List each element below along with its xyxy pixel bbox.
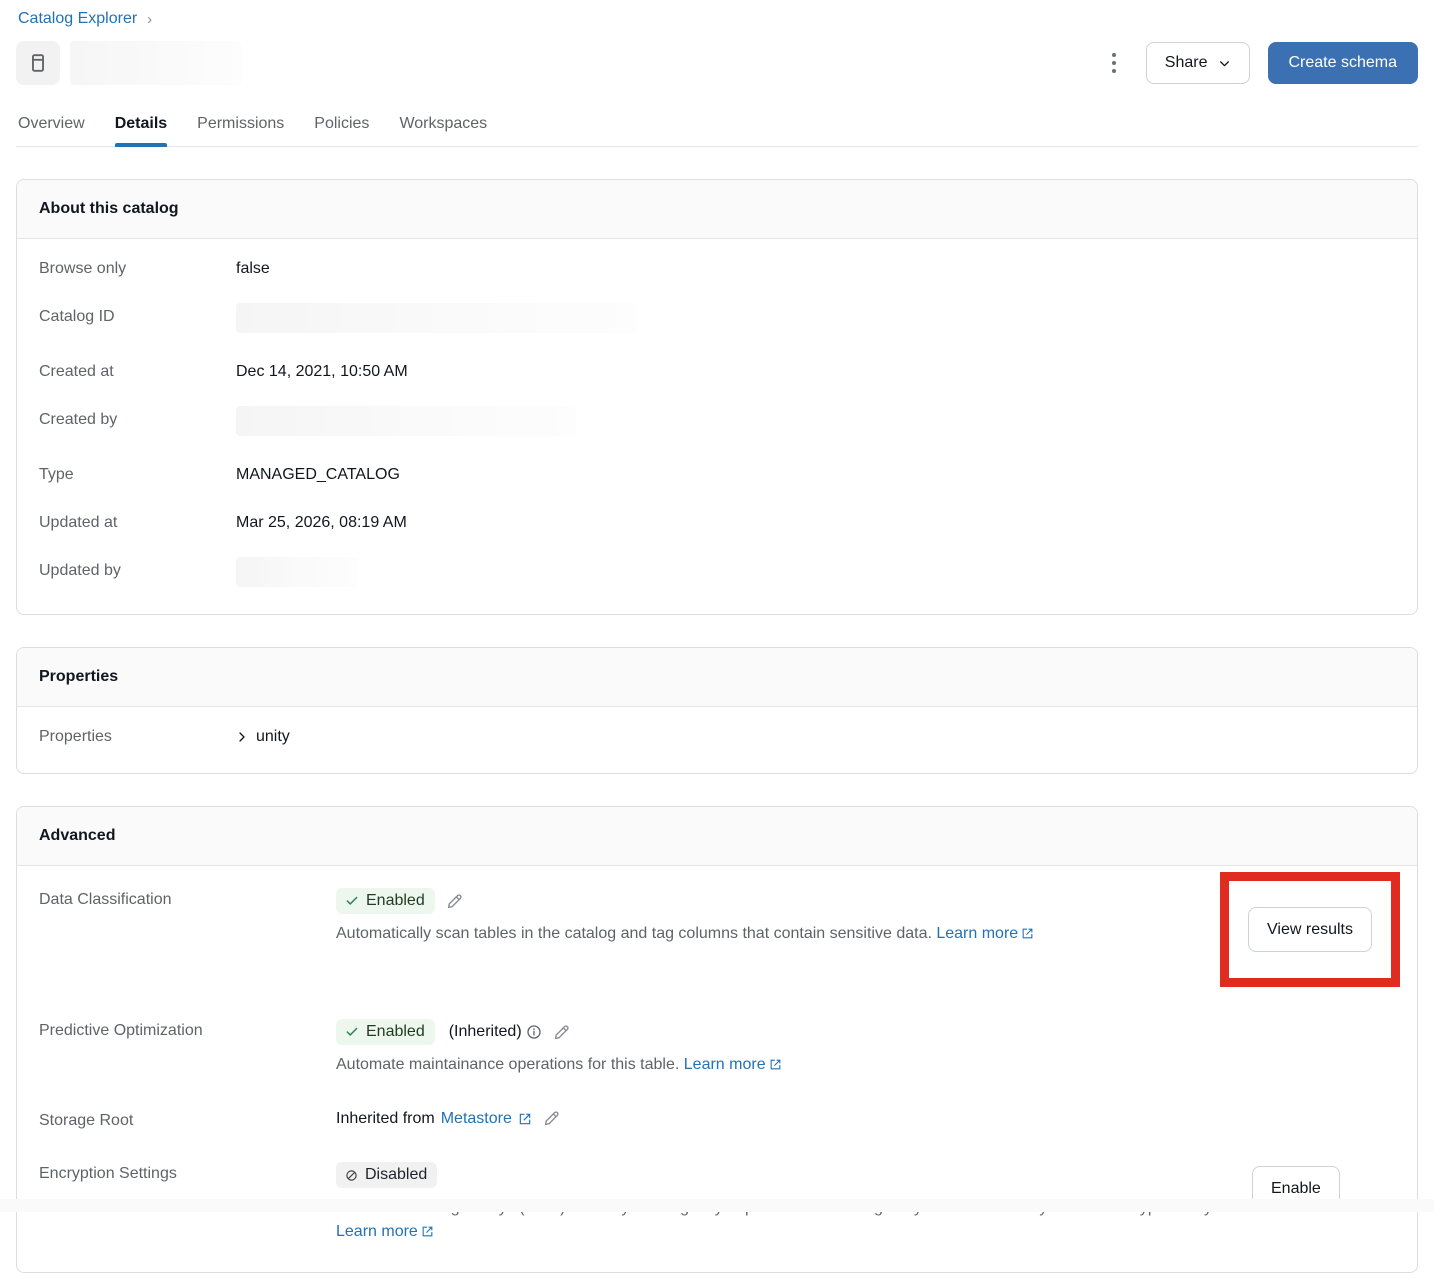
check-icon xyxy=(345,894,359,908)
about-row-created-at: Created at Dec 14, 2021, 10:50 AM xyxy=(39,348,1395,396)
properties-expander[interactable]: unity xyxy=(236,728,290,746)
properties-card-body: Properties unity xyxy=(17,707,1417,773)
data-classification-description: Automatically scan tables in the catalog… xyxy=(336,922,1204,946)
properties-card-header: Properties xyxy=(17,648,1417,707)
row-label: Encryption Settings xyxy=(39,1162,336,1183)
storage-root-content: Inherited from Metastore xyxy=(336,1109,1395,1128)
about-row-catalog-id: Catalog ID xyxy=(39,293,1395,348)
status-badge-disabled: Disabled xyxy=(336,1162,437,1188)
catalog-name-redacted xyxy=(70,41,242,85)
page-header: Share Create schema xyxy=(16,41,1418,85)
metastore-link[interactable]: Metastore xyxy=(441,1110,512,1128)
row-label: Storage Root xyxy=(39,1109,336,1130)
row-label: Browse only xyxy=(39,260,236,278)
row-label: Data Classification xyxy=(39,888,336,909)
row-value: Mar 25, 2026, 08:19 AM xyxy=(236,514,407,532)
row-value: Dec 14, 2021, 10:50 AM xyxy=(236,363,408,381)
properties-row: Properties unity xyxy=(39,713,1395,761)
external-link-icon xyxy=(769,1058,782,1071)
storage-root-value: Inherited from xyxy=(336,1110,435,1128)
row-label: Updated at xyxy=(39,514,236,532)
row-label: Type xyxy=(39,466,236,484)
tab-bar: Overview Details Permissions Policies Wo… xyxy=(16,109,1418,147)
about-row-updated-at: Updated at Mar 25, 2026, 08:19 AM xyxy=(39,499,1395,547)
highlight-annotation-box: View results xyxy=(1220,872,1400,987)
learn-more-link[interactable]: Learn more xyxy=(936,925,1018,942)
page-bottom-strip xyxy=(0,1199,1434,1212)
chevron-down-icon xyxy=(1218,57,1231,70)
redacted-value xyxy=(236,303,636,333)
about-card-header: About this catalog xyxy=(17,180,1417,239)
slash-circle-icon xyxy=(345,1169,358,1182)
row-value: false xyxy=(236,260,270,278)
row-label: Created by xyxy=(39,411,236,429)
about-card-title: About this catalog xyxy=(39,200,1395,218)
row-label: Updated by xyxy=(39,562,236,580)
pencil-icon xyxy=(552,1023,571,1042)
pencil-icon xyxy=(542,1109,561,1128)
inherited-label: (Inherited) xyxy=(449,1023,522,1041)
kebab-menu-button[interactable] xyxy=(1100,46,1128,80)
row-label: Properties xyxy=(39,728,236,746)
edit-predictive-optimization-button[interactable] xyxy=(552,1023,571,1042)
properties-expander-label: unity xyxy=(256,728,290,746)
row-label: Created at xyxy=(39,363,236,381)
redacted-value xyxy=(236,557,358,587)
about-row-updated-by: Updated by xyxy=(39,547,1395,602)
external-link-icon xyxy=(421,1225,434,1238)
breadcrumb-link-catalog-explorer[interactable]: Catalog Explorer xyxy=(18,10,137,28)
share-button[interactable]: Share xyxy=(1146,42,1250,84)
tab-overview[interactable]: Overview xyxy=(18,109,85,146)
redacted-value xyxy=(236,406,576,436)
data-classification-action-slot: View results xyxy=(1220,888,1395,987)
edit-data-classification-button[interactable] xyxy=(445,892,464,911)
predictive-optimization-description: Automate maintainance operations for thi… xyxy=(336,1053,1395,1077)
view-results-button[interactable]: View results xyxy=(1248,907,1372,952)
about-row-type: Type MANAGED_CATALOG xyxy=(39,451,1395,499)
external-link-icon xyxy=(1021,927,1034,940)
tab-workspaces[interactable]: Workspaces xyxy=(399,109,487,146)
data-classification-row: Data Classification Enabled Automaticall… xyxy=(39,872,1395,1003)
status-badge-enabled: Enabled xyxy=(336,888,435,914)
row-label: Predictive Optimization xyxy=(39,1019,336,1040)
properties-card: Properties Properties unity xyxy=(16,647,1418,774)
header-actions: Share Create schema xyxy=(1100,42,1418,84)
advanced-card-title: Advanced xyxy=(39,827,1395,845)
row-value: MANAGED_CATALOG xyxy=(236,466,400,484)
learn-more-link[interactable]: Learn more xyxy=(336,1223,418,1240)
status-badge-enabled: Enabled xyxy=(336,1019,435,1045)
info-icon[interactable] xyxy=(526,1024,542,1040)
catalog-icon xyxy=(16,41,60,85)
predictive-optimization-row: Predictive Optimization Enabled (Inherit… xyxy=(39,1003,1395,1093)
storage-root-row: Storage Root Inherited from Metastore xyxy=(39,1093,1395,1146)
check-icon xyxy=(345,1025,359,1039)
breadcrumb: Catalog Explorer › xyxy=(16,10,1418,28)
about-row-browse-only: Browse only false xyxy=(39,245,1395,293)
about-card: About this catalog Browse only false Cat… xyxy=(16,179,1418,615)
learn-more-link[interactable]: Learn more xyxy=(684,1056,766,1073)
predictive-optimization-content: Enabled (Inherited) Automate maintainanc… xyxy=(336,1019,1395,1077)
catalog-details-page: Catalog Explorer › Share Create schema O… xyxy=(0,0,1434,1273)
data-classification-content: Enabled Automatically scan tables in the… xyxy=(336,888,1204,946)
share-button-label: Share xyxy=(1165,54,1208,72)
external-link-icon xyxy=(518,1112,532,1126)
tab-permissions[interactable]: Permissions xyxy=(197,109,284,146)
properties-card-title: Properties xyxy=(39,668,1395,686)
chevron-right-icon xyxy=(236,731,248,743)
create-schema-button[interactable]: Create schema xyxy=(1268,42,1419,84)
advanced-card-header: Advanced xyxy=(17,807,1417,866)
pencil-icon xyxy=(445,892,464,911)
tab-details[interactable]: Details xyxy=(115,109,167,146)
about-row-created-by: Created by xyxy=(39,396,1395,451)
about-card-body: Browse only false Catalog ID Created at … xyxy=(17,239,1417,614)
breadcrumb-chevron-icon: › xyxy=(147,11,152,28)
tab-policies[interactable]: Policies xyxy=(314,109,369,146)
row-label: Catalog ID xyxy=(39,308,236,326)
edit-storage-root-button[interactable] xyxy=(542,1109,561,1128)
